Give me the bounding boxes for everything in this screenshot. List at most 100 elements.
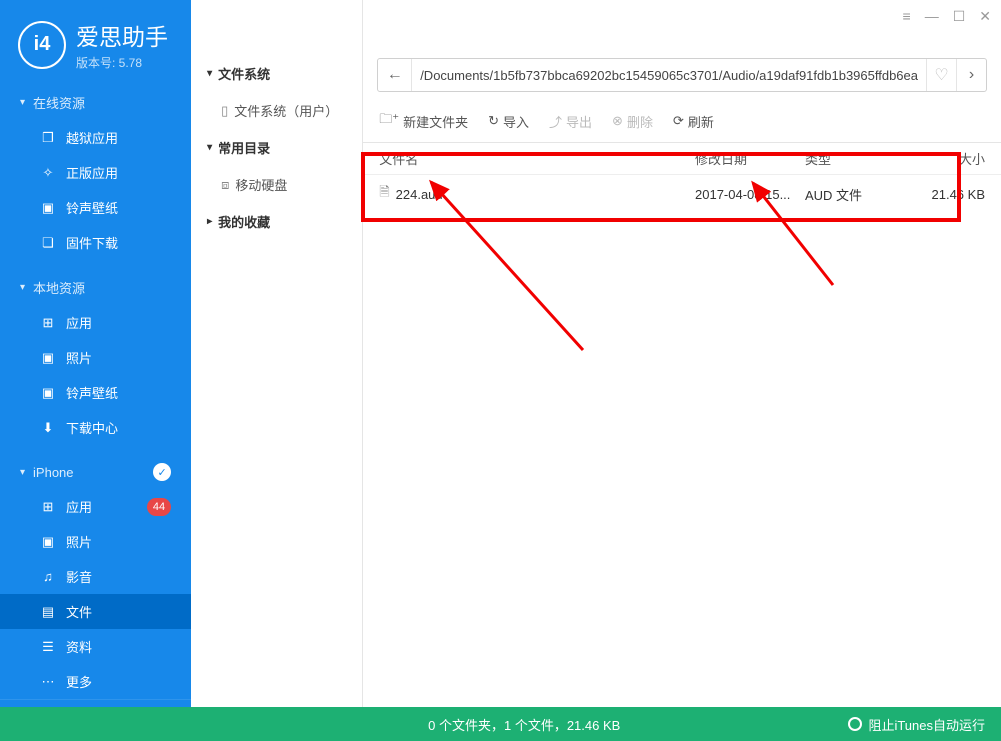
file-type: AUD 文件 — [805, 185, 905, 204]
table-row[interactable]: 🗎 224.aud 2017-04-08 15... AUD 文件 21.46 K… — [363, 175, 1001, 213]
nav-item-label: 应用 — [66, 313, 92, 332]
download-icon: ⬇ — [40, 420, 56, 436]
col-name-header[interactable]: 文件名 — [379, 149, 695, 168]
nav-local-ringtones[interactable]: ▣ 铃声壁纸 — [0, 375, 191, 410]
nav-iphone-apps[interactable]: ⊞ 应用 44 — [0, 489, 191, 524]
tree-removable-disk[interactable]: ⧈ 移动硬盘 — [191, 167, 362, 202]
nav-item-label: 正版应用 — [66, 163, 118, 182]
tool-label: 导入 — [503, 112, 529, 131]
status-bar: 0 个文件夹，1 个文件，21.46 KB 阻止iTunes自动运行 — [0, 707, 1001, 741]
nav-iphone-files[interactable]: ▤ 文件 — [0, 594, 191, 629]
tree-panel: ▾ 文件系统 ▯文件系统（用户） ▾常用目录 ⧈ 移动硬盘 ▸我的收藏 — [191, 0, 363, 707]
nav-firmware[interactable]: ❏ 固件下载 — [0, 225, 191, 260]
nav-ringtones-wallpapers[interactable]: ▣ 铃声壁纸 — [0, 190, 191, 225]
refresh-icon: ⟳ — [673, 113, 684, 129]
forward-button[interactable]: › — [956, 59, 986, 91]
nav-iphone-photos[interactable]: ▣照片 — [0, 524, 191, 559]
check-icon: ✓ — [153, 463, 171, 481]
music-icon: ♫ — [40, 569, 56, 585]
refresh-button[interactable]: ⟳刷新 — [673, 112, 714, 131]
nav-item-label: 资料 — [66, 637, 92, 656]
export-button[interactable]: ⤴导出 — [549, 112, 592, 131]
section-local-resources[interactable]: ▾ 本地资源 — [0, 270, 191, 305]
nav-iphone-media[interactable]: ♫ 影音 — [0, 559, 191, 594]
favorite-button[interactable]: ♡ — [926, 59, 956, 91]
section-iphone[interactable]: ▾ iPhone ✓ — [0, 455, 191, 489]
back-button[interactable]: ← — [378, 59, 412, 91]
nav-item-label: 越狱应用 — [66, 128, 118, 147]
status-right-label: 阻止iTunes自动运行 — [868, 715, 985, 734]
apps-icon: ⊞ — [40, 499, 56, 515]
file-date: 2017-04-08 15... — [695, 187, 805, 202]
sidebar: i4 爱思助手 版本号: 5.78 ▾ 在线资源 ❒越狱应用 ✧正版应用 ▣ 铃声… — [0, 0, 191, 707]
toolbar: 🗀⁺新建文件夹 ↻导入 ⤴导出 ⊗删除 ⟳刷新 — [363, 100, 1001, 143]
image-icon: ▣ — [40, 350, 56, 366]
maximize-button[interactable]: ☐ — [953, 8, 966, 25]
image-icon: ▣ — [40, 534, 56, 550]
section-online-resources[interactable]: ▾ 在线资源 — [0, 85, 191, 120]
nav-item-label: 应用 — [66, 497, 92, 516]
delete-button[interactable]: ⊗删除 — [612, 112, 653, 131]
nav-item-label: 照片 — [66, 348, 92, 367]
circle-icon — [848, 717, 862, 731]
nav-item-label: 铃声壁纸 — [66, 198, 118, 217]
nav-item-label: 铃声壁纸 — [66, 383, 118, 402]
nav-item-label: 文件 — [66, 602, 92, 621]
disk-icon: ⧈ — [221, 177, 229, 193]
nav-jailbreak-apps[interactable]: ❒越狱应用 — [0, 120, 191, 155]
col-type-header[interactable]: 类型 — [805, 149, 905, 168]
export-icon: ⤴ — [549, 112, 562, 131]
tool-label: 删除 — [627, 112, 653, 131]
section-label: 在线资源 — [33, 93, 85, 112]
tree-label: 常用目录 — [218, 138, 270, 157]
chevron-down-icon: ▾ — [20, 97, 25, 108]
nav-local-photos[interactable]: ▣ 照片 — [0, 340, 191, 375]
nav-genuine-apps[interactable]: ✧正版应用 — [0, 155, 191, 190]
app-version: 版本号: 5.78 — [76, 54, 168, 71]
tree-common-dirs[interactable]: ▾常用目录 — [191, 128, 362, 167]
import-button[interactable]: ↻导入 — [488, 112, 529, 131]
nav-iphone-more[interactable]: ⋯ 更多 — [0, 664, 191, 699]
close-button[interactable]: ✕ — [979, 8, 991, 25]
box-icon: ❏ — [40, 235, 56, 251]
delete-icon: ⊗ — [612, 113, 623, 129]
menu-icon[interactable]: ≡ — [903, 8, 911, 25]
nav-item-label: 影音 — [66, 567, 92, 586]
section-label: 本地资源 — [33, 278, 85, 297]
tree-favorites[interactable]: ▸我的收藏 — [191, 202, 362, 241]
col-size-header[interactable]: 大小 — [905, 149, 985, 168]
path-bar: ← /Documents/1b5fb737bbca69202bc15459065… — [377, 58, 987, 92]
nav-item-label: 下载中心 — [66, 418, 118, 437]
tree-label: 移动硬盘 — [235, 175, 287, 194]
col-date-header[interactable]: 修改日期 — [695, 149, 805, 168]
file-icon: 🗎 — [379, 183, 389, 205]
itunes-block-toggle[interactable]: 阻止iTunes自动运行 — [848, 715, 1001, 734]
chevron-down-icon: ▾ — [207, 68, 212, 79]
tree-filesystem-user[interactable]: ▯文件系统（用户） — [191, 93, 362, 128]
new-folder-button[interactable]: 🗀⁺新建文件夹 — [379, 110, 468, 132]
tree-label: 文件系统 — [218, 64, 270, 83]
tool-label: 新建文件夹 — [403, 112, 468, 131]
chevron-down-icon: ▾ — [20, 467, 25, 478]
toolbox-bar[interactable]: ✓ 爱思工具箱 › — [0, 699, 191, 707]
path-input[interactable]: /Documents/1b5fb737bbca69202bc15459065c3… — [412, 68, 926, 83]
chevron-right-icon: ▸ — [207, 216, 212, 227]
tree-label: 文件系统（用户） — [234, 101, 338, 120]
film-icon: ▣ — [40, 200, 56, 216]
nav-item-label: 更多 — [66, 672, 92, 691]
file-name: 224.aud — [396, 187, 443, 202]
nav-iphone-info[interactable]: ☰资料 — [0, 629, 191, 664]
file-size: 21.46 KB — [905, 187, 985, 202]
tool-label: 刷新 — [688, 112, 714, 131]
file-icon: ▤ — [40, 604, 56, 620]
film-icon: ▣ — [40, 385, 56, 401]
nav-local-apps[interactable]: ⊞应用 — [0, 305, 191, 340]
table-header: 文件名 修改日期 类型 大小 — [363, 143, 1001, 175]
nav-item-label: 固件下载 — [66, 233, 118, 252]
nav-download-center[interactable]: ⬇ 下载中心 — [0, 410, 191, 445]
badge: 44 — [147, 498, 171, 516]
tree-filesystem[interactable]: ▾ 文件系统 — [191, 54, 362, 93]
logo-area: i4 爱思助手 版本号: 5.78 — [0, 0, 191, 85]
minimize-button[interactable]: — — [925, 8, 939, 25]
more-icon: ⋯ — [40, 674, 56, 690]
